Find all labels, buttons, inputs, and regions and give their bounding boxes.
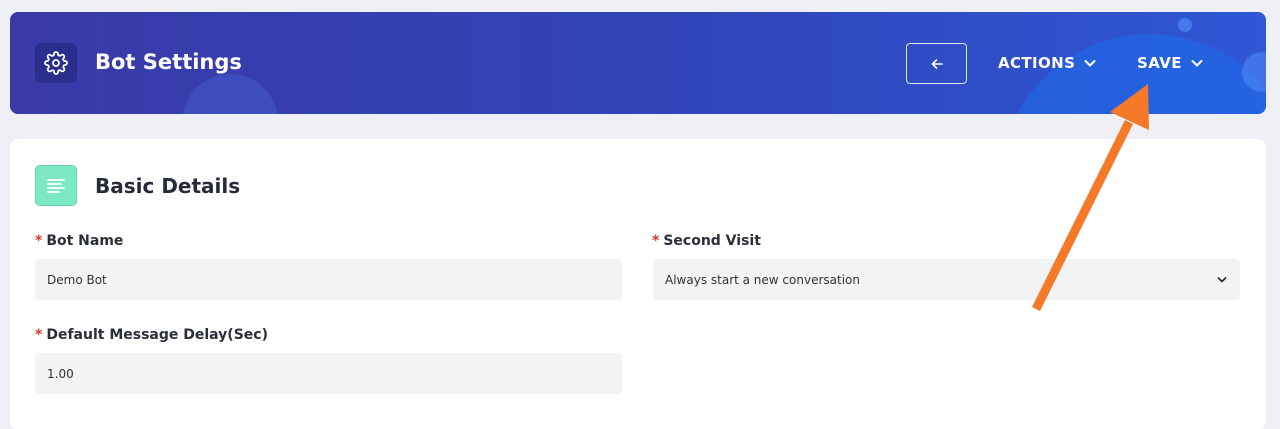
required-mark: * <box>35 327 43 343</box>
message-delay-label: * Default Message Delay(Sec) <box>35 327 268 343</box>
page-header: Bot Settings ACTIONS SAVE <box>10 12 1266 114</box>
save-label: SAVE <box>1137 54 1182 72</box>
actions-label: ACTIONS <box>998 54 1076 72</box>
save-menu-button[interactable]: SAVE <box>1137 52 1204 74</box>
text-lines-icon <box>35 165 77 206</box>
header-decoration <box>1178 18 1192 32</box>
required-mark: * <box>35 233 43 249</box>
header-decoration <box>1000 34 1266 114</box>
second-visit-label: * Second Visit <box>652 233 761 249</box>
bot-name-label: * Bot Name <box>35 233 124 249</box>
chevron-down-icon <box>1191 60 1203 67</box>
header-decoration <box>182 74 278 114</box>
required-mark: * <box>652 233 660 249</box>
message-delay-input[interactable]: 1.00 <box>35 353 622 394</box>
back-button[interactable] <box>906 43 967 84</box>
arrow-left-icon <box>931 58 943 69</box>
basic-details-card: Basic Details * Bot Name Demo Bot * Second… <box>10 139 1266 429</box>
chevron-down-icon <box>1217 276 1227 282</box>
gear-icon <box>35 43 77 83</box>
bot-name-input[interactable]: Demo Bot <box>35 259 622 300</box>
second-visit-select[interactable]: Always start a new conversation <box>653 259 1240 300</box>
section-title: Basic Details <box>95 174 241 198</box>
actions-menu-button[interactable]: ACTIONS <box>998 52 1097 74</box>
page-title: Bot Settings <box>95 50 242 74</box>
chevron-down-icon <box>1084 60 1096 67</box>
